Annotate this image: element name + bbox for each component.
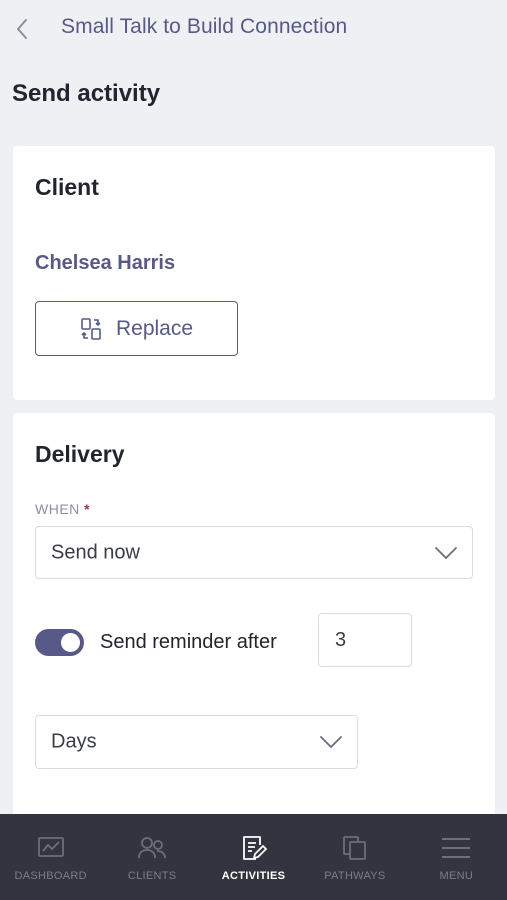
reminder-unit-value: Days: [51, 730, 97, 753]
when-label: WHEN *: [35, 501, 90, 517]
nav-activities[interactable]: ACTIVITIES: [203, 814, 304, 900]
chevron-down-icon: [320, 736, 342, 748]
nav-dashboard[interactable]: DASHBOARD: [0, 814, 101, 900]
reminder-count-input[interactable]: [318, 613, 412, 667]
required-mark: *: [84, 501, 91, 517]
edit-document-icon: [242, 836, 267, 860]
delivery-heading: Delivery: [35, 441, 125, 467]
bottom-nav: DASHBOARD CLIENTS ACTIVITIES PATHWAYS ME…: [0, 814, 507, 900]
reminder-label: Send reminder after: [100, 631, 277, 653]
swap-icon: [81, 317, 101, 340]
nav-menu-label: MENU: [439, 870, 474, 882]
chevron-down-icon: [435, 546, 457, 559]
when-label-text: WHEN: [35, 501, 80, 517]
replace-button-label: Replace: [115, 316, 194, 340]
nav-menu[interactable]: MENU: [406, 814, 507, 900]
delivery-card: Delivery WHEN * Send now Send reminder a…: [13, 413, 495, 833]
chart-icon: [37, 837, 64, 857]
top-bar: Small Talk to Build Connection: [0, 0, 507, 56]
people-icon: [138, 837, 167, 859]
reminder-toggle[interactable]: [35, 629, 84, 656]
when-select[interactable]: Send now: [35, 526, 473, 579]
replace-button[interactable]: Replace: [35, 301, 238, 356]
page-title: Send activity: [12, 80, 161, 107]
back-button[interactable]: [10, 16, 34, 42]
client-name[interactable]: Chelsea Harris: [35, 252, 175, 275]
when-select-value: Send now: [51, 541, 140, 563]
hamburger-icon: [442, 838, 471, 858]
nav-clients-label: CLIENTS: [127, 870, 177, 882]
nav-clients[interactable]: CLIENTS: [101, 814, 202, 900]
nav-dashboard-label: DASHBOARD: [14, 870, 87, 882]
toggle-knob: [61, 633, 80, 652]
activity-title: Small Talk to Build Connection: [61, 15, 348, 38]
nav-pathways-label: PATHWAYS: [324, 870, 386, 882]
client-card: Client Chelsea Harris Replace: [13, 146, 495, 400]
chevron-left-icon: [17, 19, 27, 39]
nav-activities-label: ACTIVITIES: [221, 870, 286, 882]
reminder-unit-select[interactable]: Days: [35, 715, 358, 769]
copy-icon: [343, 836, 366, 860]
nav-pathways[interactable]: PATHWAYS: [304, 814, 405, 900]
client-heading: Client: [35, 174, 99, 200]
